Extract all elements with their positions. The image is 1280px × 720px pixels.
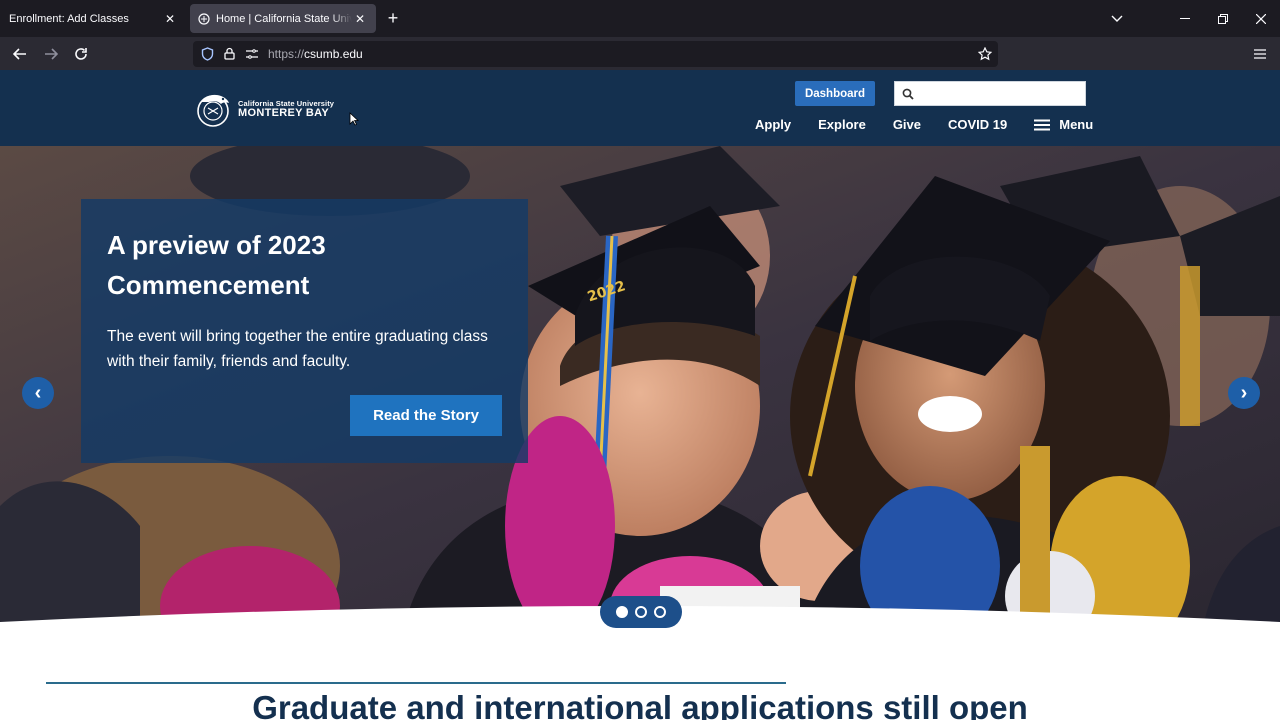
site-favicon-icon (198, 12, 210, 25)
carousel-dot-2[interactable] (635, 606, 647, 618)
mouse-cursor-icon (349, 112, 359, 126)
nav-covid-19[interactable]: COVID 19 (948, 117, 1007, 132)
back-icon[interactable] (9, 43, 31, 65)
new-tab-icon[interactable]: + (383, 8, 403, 28)
nav-give[interactable]: Give (893, 117, 921, 132)
url-bar[interactable]: https://csumb.edu (193, 41, 998, 67)
section-title: Graduate and international applications … (252, 689, 1028, 720)
logo-campus: MONTEREY BAY (238, 107, 330, 120)
reload-icon[interactable] (70, 43, 92, 65)
chevron-left-icon: ‹ (34, 381, 42, 404)
read-the-story-button[interactable]: Read the Story (350, 395, 502, 436)
tab-csumb-home[interactable]: Home | California State University ✕ (190, 4, 376, 33)
browser-tab-bar: Enrollment: Add Classes ✕ Home | Califor… (0, 0, 1280, 37)
hero-description: The event will bring together the entire… (107, 328, 488, 370)
nav-apply[interactable]: Apply (755, 117, 791, 132)
logo-wordmark: California State University MONTEREY BAY (238, 100, 334, 119)
hero-title: A preview of 2023 Commencement (107, 230, 326, 300)
forward-icon[interactable] (40, 43, 62, 65)
menu-button[interactable]: Menu (1034, 117, 1093, 132)
hamburger-icon (1034, 119, 1051, 130)
browser-nav-bar: https://csumb.edu (0, 37, 1280, 70)
tab-label: Home | California State University (216, 12, 352, 25)
tracking-protection-icon[interactable] (201, 47, 214, 61)
carousel-pagination (600, 596, 682, 628)
permissions-icon[interactable] (246, 49, 258, 59)
carousel-prev-button[interactable]: ‹ (22, 377, 54, 409)
restore-icon[interactable] (1204, 0, 1242, 37)
list-tabs-icon[interactable] (1098, 0, 1136, 37)
chevron-right-icon: › (1240, 381, 1248, 404)
otter-seal-icon (197, 94, 229, 127)
section-divider (46, 682, 786, 684)
hero-carousel: 2022 A preview of 2023 Commencement The … (0, 146, 1280, 646)
close-window-icon[interactable] (1242, 0, 1280, 37)
csumb-logo[interactable]: California State University MONTEREY BAY (195, 92, 334, 128)
tab-label: Enrollment: Add Classes (9, 12, 129, 25)
main-nav: Apply Explore Give COVID 19 Menu (755, 117, 1093, 132)
lock-icon[interactable] (224, 47, 235, 60)
carousel-dot-1[interactable] (616, 606, 628, 618)
search-icon (902, 88, 914, 100)
bookmark-star-icon[interactable] (978, 47, 992, 61)
dashboard-button[interactable]: Dashboard (795, 81, 875, 106)
minimize-icon[interactable] (1166, 0, 1204, 37)
url-text: https://csumb.edu (268, 47, 363, 61)
site-header: California State University MONTEREY BAY… (0, 70, 1280, 146)
carousel-dot-3[interactable] (654, 606, 666, 618)
nav-explore[interactable]: Explore (818, 117, 866, 132)
site-search-input[interactable] (894, 81, 1086, 106)
tab-enrollment[interactable]: Enrollment: Add Classes ✕ (0, 0, 186, 37)
menu-label: Menu (1059, 117, 1094, 132)
tab-close-icon[interactable]: ✕ (352, 11, 368, 27)
app-menu-icon[interactable] (1249, 43, 1271, 65)
tab-close-icon[interactable]: ✕ (162, 11, 178, 27)
carousel-next-button[interactable]: › (1228, 377, 1260, 409)
hero-story-card: A preview of 2023 Commencement The event… (81, 199, 528, 463)
